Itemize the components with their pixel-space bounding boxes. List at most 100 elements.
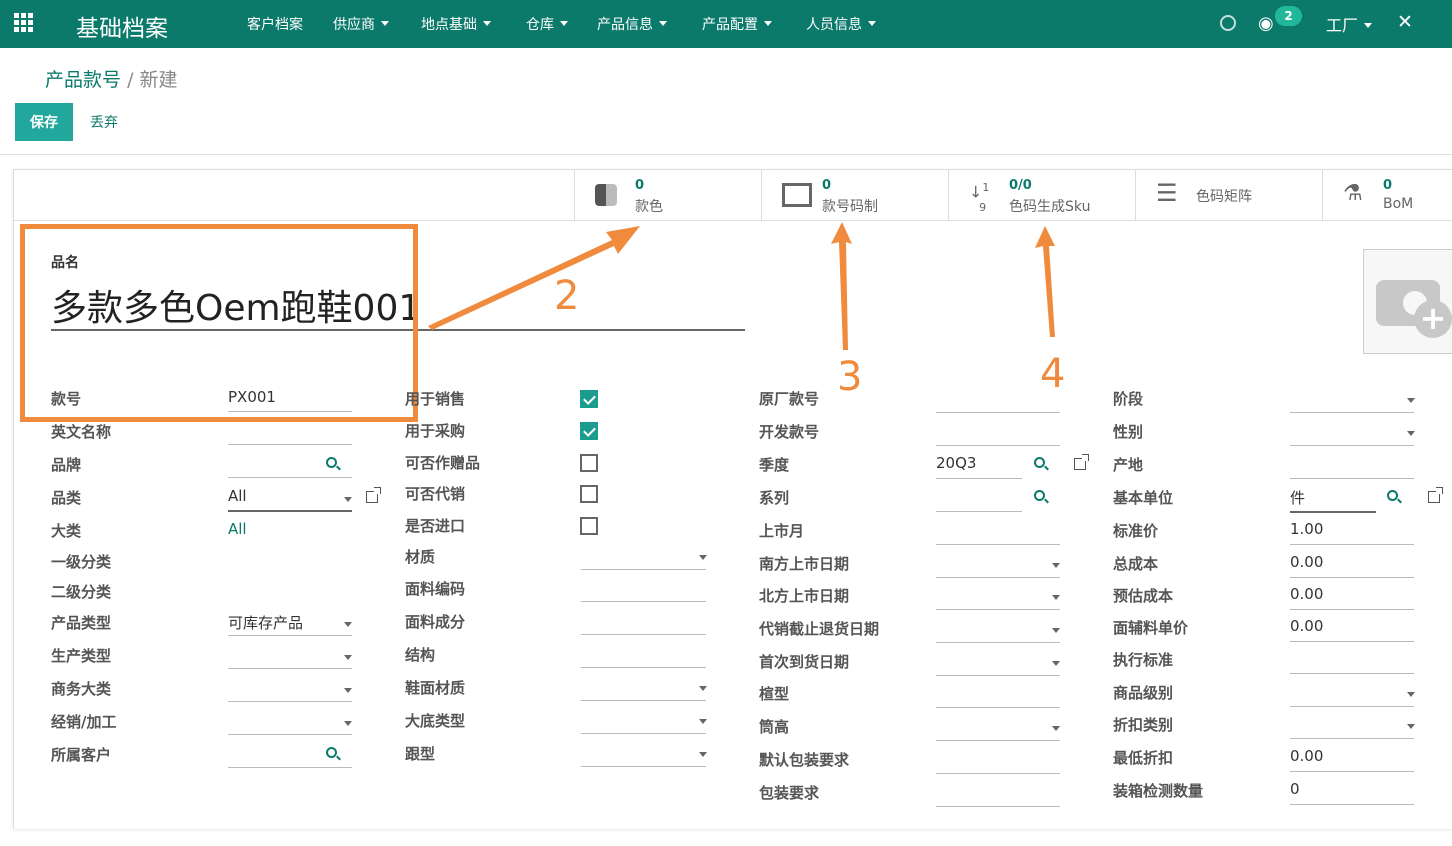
field-value[interactable]: 20Q3 <box>936 454 976 472</box>
chevron-down-icon[interactable] <box>699 752 707 757</box>
field-value[interactable]: 可库存产品 <box>228 612 303 633</box>
field-underline <box>228 767 352 768</box>
checkbox[interactable] <box>580 422 598 440</box>
chevron-down-icon[interactable] <box>699 555 707 560</box>
arrow-to-style-color <box>428 226 640 330</box>
field-underline <box>228 701 352 702</box>
field-underline <box>1290 771 1414 772</box>
field-value[interactable]: 件 <box>1290 487 1305 508</box>
chevron-down-icon[interactable] <box>1052 726 1060 731</box>
field-label: 系列 <box>759 489 790 507</box>
annotation-number-2: 2 <box>554 273 580 319</box>
field-label: 经销/加工 <box>51 713 117 731</box>
field-label: 包装要求 <box>759 784 820 802</box>
field-value[interactable]: 1.00 <box>1290 520 1323 538</box>
field-label: 品类 <box>51 489 82 507</box>
field-value[interactable]: All <box>228 487 247 505</box>
field-label: 二级分类 <box>51 583 112 601</box>
field-underline <box>228 411 352 412</box>
field-label: 面料成分 <box>405 613 466 631</box>
annotation-arrows <box>428 222 1055 350</box>
field-value[interactable]: 0.00 <box>1290 553 1323 571</box>
chevron-down-icon[interactable] <box>1052 595 1060 600</box>
field-underline <box>228 734 352 735</box>
field-underline <box>1290 412 1414 413</box>
search-icon[interactable] <box>326 457 337 468</box>
field-underline <box>1290 544 1414 545</box>
field-label: 阶段 <box>1113 390 1144 408</box>
field-underline[interactable] <box>581 733 706 734</box>
field-label: 默认包装要求 <box>759 751 850 769</box>
checkbox[interactable] <box>580 454 598 472</box>
checkbox[interactable] <box>580 390 598 408</box>
field-value[interactable]: 0.00 <box>1290 617 1323 635</box>
field-underline[interactable] <box>581 700 706 701</box>
field-underline <box>1290 511 1376 513</box>
field-underline <box>1290 641 1414 642</box>
search-icon[interactable] <box>326 747 337 758</box>
field-value[interactable]: PX001 <box>228 388 276 406</box>
chevron-down-icon[interactable] <box>1052 661 1060 666</box>
chevron-down-icon[interactable] <box>344 497 352 502</box>
checkbox[interactable] <box>580 485 598 503</box>
field-underline <box>1290 738 1414 739</box>
field-label: 用于采购 <box>405 422 466 440</box>
field-label: 产地 <box>1113 456 1144 474</box>
chevron-down-icon[interactable] <box>1407 724 1415 729</box>
field-label: 总成本 <box>1113 555 1159 573</box>
chevron-down-icon[interactable] <box>344 655 352 660</box>
field-underline <box>228 635 352 636</box>
field-underline[interactable] <box>581 601 706 602</box>
chevron-down-icon[interactable] <box>344 622 352 627</box>
field-underline[interactable] <box>581 766 706 767</box>
external-link-icon[interactable] <box>1428 487 1443 503</box>
checkbox[interactable] <box>580 517 598 535</box>
field-label: 基本单位 <box>1113 489 1174 507</box>
field-underline[interactable] <box>581 634 706 635</box>
external-link-icon[interactable] <box>1074 454 1089 470</box>
field-underline[interactable] <box>581 569 706 570</box>
field-underline <box>936 445 1060 446</box>
field-label: 北方上市日期 <box>759 587 850 605</box>
chevron-down-icon[interactable] <box>1407 692 1415 697</box>
field-label: 鞋面材质 <box>405 679 466 697</box>
field-label: 楦型 <box>759 685 790 703</box>
chevron-down-icon[interactable] <box>344 721 352 726</box>
chevron-down-icon[interactable] <box>699 719 707 724</box>
chevron-down-icon[interactable] <box>344 688 352 693</box>
field-value[interactable]: 0 <box>1290 780 1300 798</box>
field-label: 开发款号 <box>759 423 820 441</box>
field-underline <box>1290 706 1414 707</box>
arrow-to-code-system <box>831 222 852 350</box>
chevron-down-icon[interactable] <box>1052 563 1060 568</box>
field-value[interactable]: 0.00 <box>1290 585 1323 603</box>
chevron-down-icon[interactable] <box>1407 431 1415 436</box>
field-value[interactable]: 0.00 <box>1290 747 1323 765</box>
field-label: 折扣类别 <box>1113 716 1174 734</box>
field-label: 品牌 <box>51 456 82 474</box>
field-label: 跟型 <box>405 745 436 763</box>
search-icon[interactable] <box>1034 490 1045 501</box>
field-label: 季度 <box>759 456 790 474</box>
field-label: 代销截止退货日期 <box>759 620 880 638</box>
external-link-icon[interactable] <box>366 487 381 503</box>
field-label: 筒高 <box>759 718 790 736</box>
search-icon[interactable] <box>1034 457 1045 468</box>
chevron-down-icon[interactable] <box>1052 628 1060 633</box>
field-label: 一级分类 <box>51 553 112 571</box>
field-label: 首次到货日期 <box>759 653 850 671</box>
field-label: 是否进口 <box>405 517 466 535</box>
chevron-down-icon[interactable] <box>1407 398 1415 403</box>
chevron-down-icon[interactable] <box>699 686 707 691</box>
field-underline <box>936 511 1022 512</box>
field-label: 款号 <box>51 390 82 408</box>
field-value[interactable]: All <box>228 520 247 538</box>
field-underline[interactable] <box>581 667 706 668</box>
field-underline <box>1290 478 1414 479</box>
search-icon[interactable] <box>1387 490 1398 501</box>
field-label: 可否作赠品 <box>405 454 481 472</box>
field-label: 用于销售 <box>405 390 466 408</box>
field-label: 生产类型 <box>51 647 112 665</box>
field-underline <box>936 609 1060 610</box>
field-underline <box>936 806 1060 807</box>
